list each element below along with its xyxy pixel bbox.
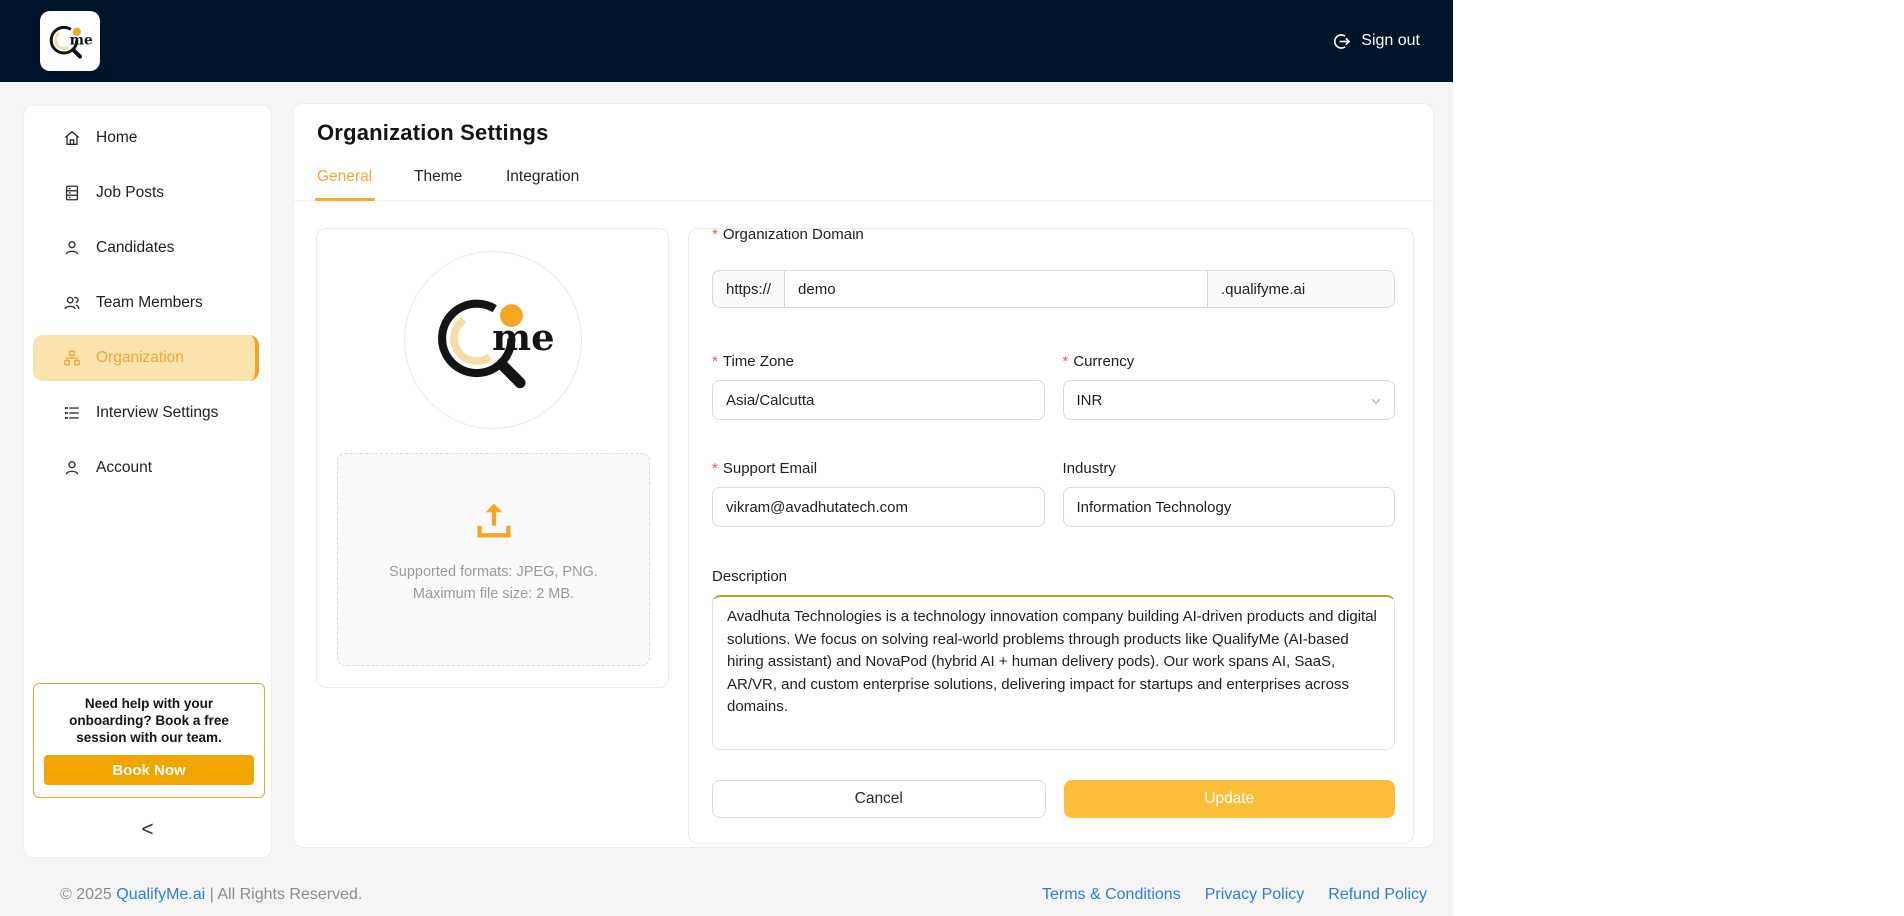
sidebar-nav: Home Job Posts Candidates Team Members O… xyxy=(24,106,271,491)
book-now-button[interactable]: Book Now xyxy=(44,755,254,785)
tab-theme[interactable]: Theme xyxy=(414,168,462,186)
upload-formats-hint: Supported formats: JPEG, PNG. xyxy=(389,564,598,580)
refund-policy-link[interactable]: Refund Policy xyxy=(1328,886,1427,904)
domain-protocol-addon: https:// xyxy=(712,270,785,308)
sidebar-item-label: Organization xyxy=(96,349,184,366)
required-asterisk: * xyxy=(712,228,718,243)
sidebar: Home Job Posts Candidates Team Members O… xyxy=(23,105,272,858)
active-tab-indicator xyxy=(315,198,375,201)
privacy-policy-link[interactable]: Privacy Policy xyxy=(1205,886,1305,904)
sidebar-item-account[interactable]: Account xyxy=(33,445,259,491)
org-logo-card: Supported formats: JPEG, PNG. Maximum fi… xyxy=(316,228,669,688)
sidebar-item-candidates[interactable]: Candidates xyxy=(33,225,259,271)
support-email-input[interactable] xyxy=(712,487,1045,527)
org-logo-preview xyxy=(404,251,582,429)
org-settings-form: * Organization Domain https:// .qualifym… xyxy=(688,228,1414,844)
tab-general[interactable]: General xyxy=(317,168,372,186)
description-textarea[interactable]: Avadhuta Technologies is a technology in… xyxy=(712,595,1395,750)
logo-upload-dropzone[interactable]: Supported formats: JPEG, PNG. Maximum fi… xyxy=(337,453,650,666)
copyright-text: © 2025 QualifyMe.ai | All Rights Reserve… xyxy=(60,886,363,903)
organization-domain-input[interactable] xyxy=(784,270,1208,308)
onboarding-help-card: Need help with your onboarding? Book a f… xyxy=(33,683,265,798)
home-icon xyxy=(63,129,81,147)
sign-out-label: Sign out xyxy=(1361,32,1420,49)
user-icon xyxy=(63,459,81,477)
time-zone-input[interactable] xyxy=(712,380,1045,420)
sidebar-item-team-members[interactable]: Team Members xyxy=(33,280,259,326)
list-icon xyxy=(63,404,81,422)
qualifyme-logo-icon xyxy=(428,284,558,397)
user-icon xyxy=(63,239,81,257)
org-chart-icon xyxy=(63,349,81,367)
required-asterisk: * xyxy=(712,352,718,370)
qualifyme-logo-icon xyxy=(49,25,94,59)
settings-tabs: General Theme Integration xyxy=(294,164,1433,201)
organization-settings-card: Organization Settings General Theme Inte… xyxy=(293,103,1434,848)
update-button[interactable]: Update xyxy=(1063,780,1395,818)
industry-input[interactable] xyxy=(1062,487,1395,527)
currency-label: * Currency xyxy=(1062,352,1135,370)
sidebar-item-label: Job Posts xyxy=(96,184,165,201)
description-label: Description xyxy=(712,567,788,585)
sidebar-item-interview-settings[interactable]: Interview Settings xyxy=(33,390,259,436)
required-asterisk: * xyxy=(712,459,718,477)
qualifyme-link[interactable]: QualifyMe.ai xyxy=(116,886,205,903)
sidebar-item-label: Home xyxy=(96,129,138,146)
upload-size-hint: Maximum file size: 2 MB. xyxy=(412,586,575,602)
footer: © 2025 QualifyMe.ai | All Rights Reserve… xyxy=(0,878,1453,916)
upload-icon xyxy=(476,503,511,538)
industry-label: Industry xyxy=(1062,459,1116,477)
support-email-label: * Support Email xyxy=(712,459,818,477)
sign-out-button[interactable]: Sign out xyxy=(1332,0,1420,82)
sidebar-item-organization[interactable]: Organization xyxy=(33,335,259,381)
logout-icon xyxy=(1334,33,1351,49)
job-posts-icon xyxy=(63,184,81,202)
required-asterisk: * xyxy=(1062,352,1069,370)
team-icon xyxy=(63,294,81,312)
app-root: Sign out Home Job Posts Candidates Team … xyxy=(0,0,1453,916)
help-text-line: onboarding? Book a free xyxy=(69,713,229,728)
brand-logo[interactable] xyxy=(40,11,100,71)
sidebar-collapse-button[interactable]: < xyxy=(24,818,271,842)
organization-domain-label: * Organization Domain xyxy=(712,228,1395,245)
tab-integration[interactable]: Integration xyxy=(506,168,579,186)
currency-select[interactable] xyxy=(1062,380,1395,420)
domain-suffix-addon: .qualifyme.ai xyxy=(1208,270,1395,308)
sidebar-item-label: Candidates xyxy=(96,239,175,256)
top-header: Sign out xyxy=(0,0,1453,82)
help-text-line: Need help with your xyxy=(84,696,214,711)
cancel-button[interactable]: Cancel xyxy=(712,780,1046,818)
organization-domain-group: https:// .qualifyme.ai xyxy=(712,270,1395,308)
sidebar-item-job-posts[interactable]: Job Posts xyxy=(33,170,259,216)
sidebar-item-label: Interview Settings xyxy=(96,404,219,421)
help-text-line: session with our team. xyxy=(76,730,222,745)
sidebar-item-label: Team Members xyxy=(96,294,203,311)
sidebar-item-home[interactable]: Home xyxy=(33,115,259,161)
time-zone-label: * Time Zone xyxy=(712,352,794,370)
terms-conditions-link[interactable]: Terms & Conditions xyxy=(1042,886,1181,904)
sidebar-item-label: Account xyxy=(96,459,153,476)
page-title: Organization Settings xyxy=(317,120,549,145)
